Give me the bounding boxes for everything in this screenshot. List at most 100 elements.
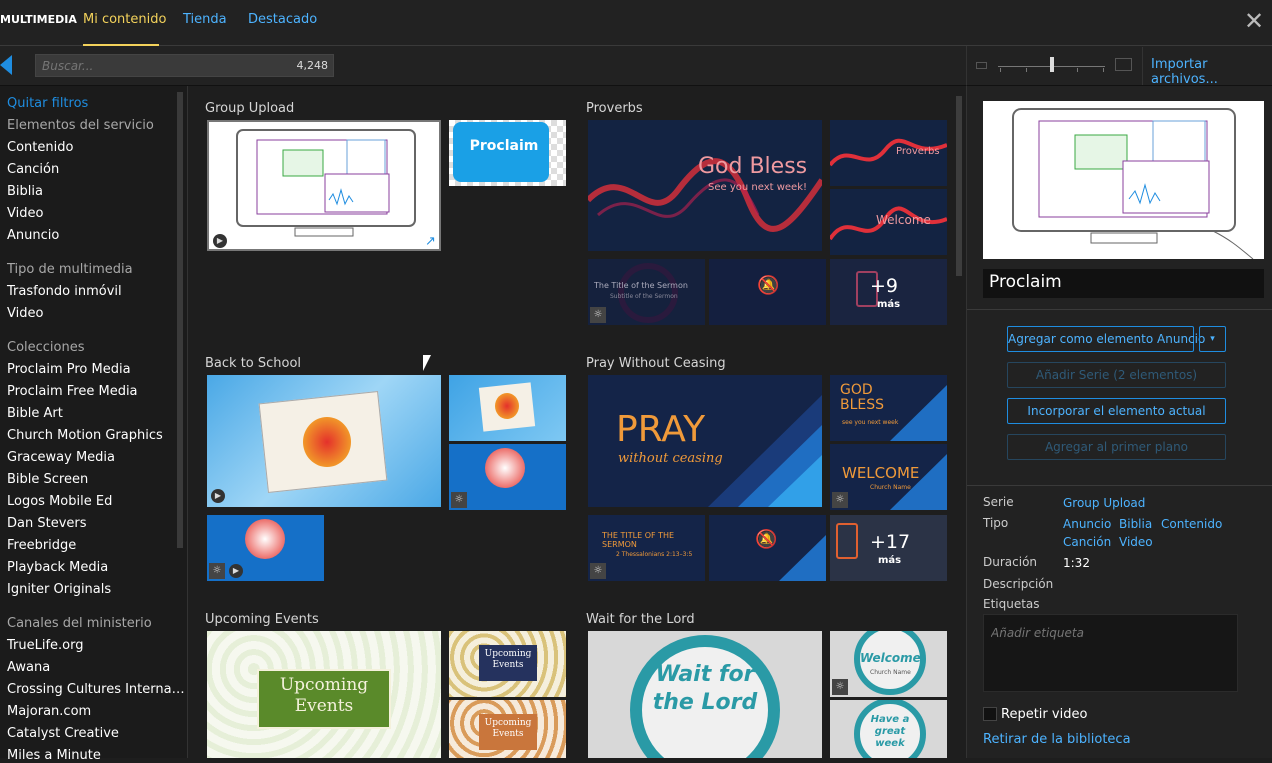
add-series-button[interactable]: Añadir Serie (2 elementos) [1007,362,1226,388]
import-files-link[interactable]: Importar archivos... [1151,57,1272,87]
type-label: Tipo [983,516,1009,530]
series-link[interactable]: Group Upload [1063,496,1145,510]
section-service-items[interactable]: Elementos del servicio [7,118,154,133]
search-box[interactable]: 4,248 [35,54,334,77]
media-thumbnail[interactable]: Welcome [830,189,947,255]
incorporate-current-button[interactable]: Incorporar el elemento actual [1007,398,1226,424]
media-thumbnail[interactable]: Proverbs [830,120,947,186]
tags-input[interactable] [991,626,1221,676]
sidebar-scrollbar[interactable] [177,92,183,548]
content-scrollbar[interactable] [956,96,962,276]
sidebar-item-media-video[interactable]: Video [7,306,43,321]
item-title[interactable]: Proclaim [983,269,1264,298]
tab-destacado[interactable]: Destacado [248,12,317,27]
sidebar-item-collection[interactable]: Bible Screen [7,472,88,487]
sidebar-item-channel[interactable]: Awana [7,660,50,675]
chevron-down-icon[interactable]: ▾ [1199,326,1226,352]
search-input[interactable] [42,58,282,74]
slide-title: Have a great week [870,714,910,749]
type-link-biblia[interactable]: Biblia [1119,517,1152,531]
media-thumbnail[interactable]: Upcoming Events [207,631,441,758]
media-thumbnail[interactable]: ☼ ▶ [207,515,324,581]
group-title[interactable]: Wait for the Lord [586,612,695,627]
sidebar-item-collection[interactable]: Playback Media [7,560,108,575]
media-thumbnail[interactable]: The Title of the Sermon Subtitle of the … [588,259,705,325]
group-title[interactable]: Proverbs [586,101,643,116]
media-thumbnail[interactable]: God Bless See you next week! [588,120,822,251]
preview-image [983,101,1264,259]
media-thumbnail[interactable]: Upcoming Events [449,700,566,758]
sidebar-item-collection[interactable]: Graceway Media [7,450,115,465]
section-collections[interactable]: Colecciones [7,340,85,355]
sidebar-item-collection[interactable]: Church Motion Graphics [7,428,163,443]
description-label: Descripción [983,577,1054,591]
media-thumbnail[interactable]: ▶ [207,375,441,507]
media-thumbnail[interactable]: 🔕 [709,259,826,325]
tab-mi-contenido[interactable]: Mi contenido [83,12,166,27]
sidebar-item-channel[interactable]: Crossing Cultures Interna… [7,682,185,697]
group-title[interactable]: Upcoming Events [205,612,319,627]
media-thumbnail[interactable]: PRAY without ceasing [588,375,822,507]
media-thumbnail[interactable]: Wait for the Lord [588,631,822,758]
tags-box[interactable] [983,614,1238,692]
type-link-contenido[interactable]: Contenido [1161,517,1222,531]
sidebar-item-collection[interactable]: Freebridge [7,538,76,553]
slide-title: The Title of the Sermon [594,281,688,290]
sidebar-item-anuncio[interactable]: Anuncio [7,228,59,243]
sidebar-item-cancion[interactable]: Canción [7,162,59,177]
sidebar-item-video[interactable]: Video [7,206,43,221]
type-link-video[interactable]: Video [1119,535,1153,549]
group-title[interactable]: Group Upload [205,101,294,116]
media-thumbnail[interactable]: GOD BLESS see you next week [830,375,947,441]
media-thumbnail[interactable]: THE TITLE OF THE SERMON 2 Thessalonians … [588,515,705,581]
type-link-anuncio[interactable]: Anuncio [1063,517,1111,531]
more-items-tile[interactable]: +9 más [830,259,947,325]
media-thumbnail[interactable]: WELCOME Church Name ☼ [830,444,947,510]
sidebar-item-collection[interactable]: Proclaim Free Media [7,384,138,399]
small-thumbnail-icon[interactable] [976,62,987,69]
remove-from-library-link[interactable]: Retirar de la biblioteca [983,732,1131,747]
media-thumbnail[interactable]: 🔕 [709,515,826,581]
sidebar-item-still-background[interactable]: Trasfondo inmóvil [7,284,122,299]
sidebar-item-collection[interactable]: Logos Mobile Ed [7,494,112,509]
close-icon[interactable]: ✕ [1243,9,1265,33]
sidebar-item-biblia[interactable]: Biblia [7,184,43,199]
clear-filters-link[interactable]: Quitar filtros [7,96,88,111]
media-thumbnail[interactable] [449,375,566,441]
back-arrow-icon[interactable] [0,55,12,75]
more-count: +17 [870,531,911,553]
sidebar-item-collection[interactable]: Igniter Originals [7,582,111,597]
sidebar-item-collection[interactable]: Proclaim Pro Media [7,362,131,377]
divider [1142,47,1143,85]
media-thumbnail[interactable]: Upcoming Events [449,631,566,697]
slide-subtitle: Subtitle of the Sermon [610,293,678,300]
media-thumbnail[interactable]: Proclaim [449,120,566,186]
sidebar-item-contenido[interactable]: Contenido [7,140,73,155]
monitor-illustration [983,101,1264,259]
add-as-announcement-button[interactable]: Agregar como elemento Anuncio [1007,326,1205,352]
sidebar-item-collection[interactable]: Bible Art [7,406,63,421]
group-title[interactable]: Pray Without Ceasing [586,356,726,371]
type-link-cancion[interactable]: Canción [1063,535,1111,549]
repeat-video-checkbox[interactable] [983,707,997,721]
media-thumbnail[interactable]: ☼ [449,444,566,510]
more-items-tile[interactable]: +17 más [830,515,947,581]
media-thumbnail[interactable]: Welcome Church Name ☼ [830,631,947,697]
sidebar-item-channel[interactable]: TrueLife.org [7,638,84,653]
group-title[interactable]: Back to School [205,356,301,371]
more-label: más [878,555,902,566]
sidebar-item-channel[interactable]: Majoran.com [7,704,91,719]
tab-tienda[interactable]: Tienda [183,12,227,27]
media-thumbnail[interactable]: Have a great week [830,700,947,758]
media-thumbnail[interactable]: ▶ ↗ [207,120,441,251]
slider-handle[interactable] [1050,57,1054,72]
repeat-video-label[interactable]: Repetir video [1001,707,1087,722]
add-to-foreground-button[interactable]: Agregar al primer plano [1007,434,1226,460]
sidebar-item-collection[interactable]: Dan Stevers [7,516,87,531]
section-ministry-channels[interactable]: Canales del ministerio [7,616,152,631]
sidebar-item-channel[interactable]: Catalyst Creative [7,726,119,741]
sidebar-item-channel[interactable]: Miles a Minute [7,748,101,763]
large-thumbnail-icon[interactable] [1115,58,1132,71]
section-media-type[interactable]: Tipo de multimedia [7,262,133,277]
expand-icon[interactable]: ↗ [425,234,436,249]
